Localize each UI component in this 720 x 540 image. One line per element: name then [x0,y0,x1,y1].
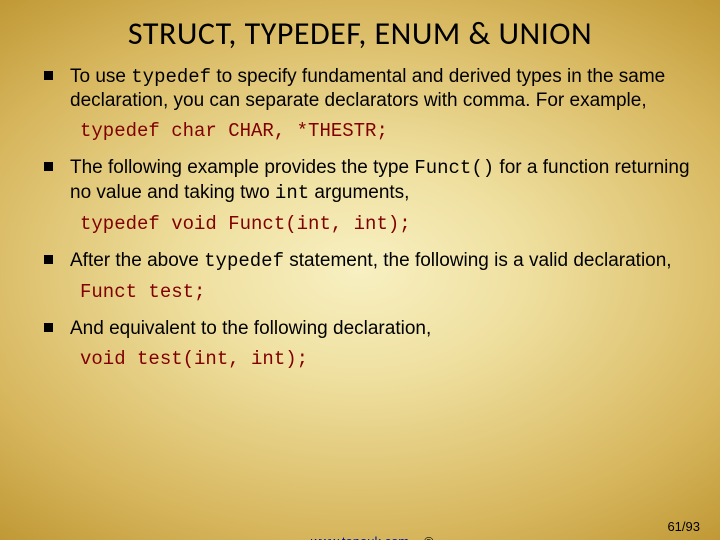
page-number: 61/93 [667,519,700,534]
copyright-symbol: © [424,534,434,540]
square-bullet-icon [44,162,53,171]
text-fragment: statement, the following is a valid decl… [284,250,672,271]
text-fragment: And equivalent to the following declarat… [70,318,431,339]
inline-code: int [275,182,309,204]
item-text: After the above typedef statement, the f… [70,250,672,271]
code-block: Funct test; [80,281,690,303]
code-block: typedef char CHAR, *THESTR; [80,120,690,142]
item-text: And equivalent to the following declarat… [70,318,431,339]
text-fragment: The following example provides the type [70,157,414,178]
inline-code: typedef [131,66,211,88]
text-fragment: arguments, [309,182,409,203]
list-item: To use typedef to specify fundamental an… [40,65,690,112]
list-item: And equivalent to the following declarat… [40,317,690,340]
square-bullet-icon [44,71,53,80]
inline-code: Funct() [414,157,494,179]
list-item: The following example provides the type … [40,156,690,204]
item-text: The following example provides the type … [70,157,690,202]
slide: STRUCT, TYPEDEF, ENUM & UNION To use typ… [0,0,720,540]
code-block: void test(int, int); [80,348,690,370]
footer-link[interactable]: www.tenouk.com [311,534,409,540]
text-fragment: To use [70,66,131,87]
inline-code: typedef [204,250,284,272]
square-bullet-icon [44,323,53,332]
square-bullet-icon [44,255,53,264]
item-text: To use typedef to specify fundamental an… [70,66,665,111]
list-item: After the above typedef statement, the f… [40,249,690,273]
text-fragment: After the above [70,250,204,271]
slide-title: STRUCT, TYPEDEF, ENUM & UNION [30,14,690,53]
bullet-list: To use typedef to specify fundamental an… [30,65,690,370]
code-block: typedef void Funct(int, int); [80,213,690,235]
